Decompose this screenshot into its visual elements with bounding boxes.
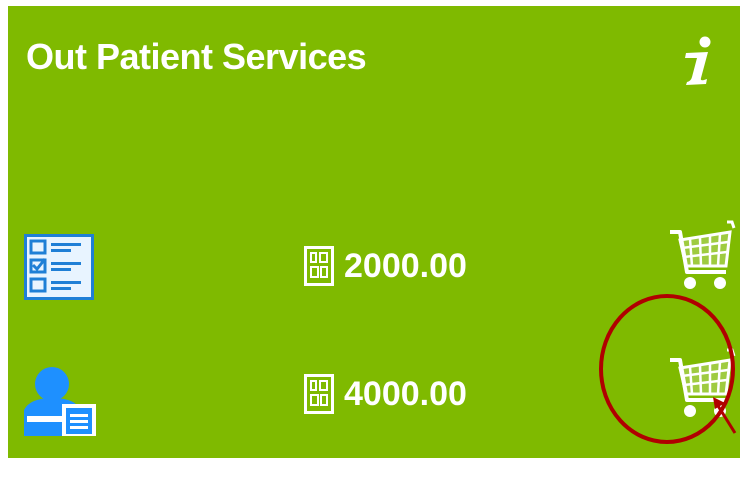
service-price: 4000.00	[304, 374, 467, 414]
service-price: 2000.00	[304, 246, 467, 286]
price-value: 4000.00	[344, 374, 467, 413]
add-to-cart-icon[interactable]	[664, 348, 738, 422]
add-to-cart-icon[interactable]	[664, 220, 738, 294]
out-patient-services-card: Out Patient Services 2000.00 4000.00	[8, 6, 740, 458]
checklist-icon	[24, 234, 94, 300]
price-value: 2000.00	[344, 246, 467, 285]
doctor-report-icon	[24, 367, 96, 436]
price-tag-icon	[304, 246, 334, 286]
panel-title: Out Patient Services	[26, 36, 367, 77]
info-icon[interactable]	[676, 36, 720, 86]
price-tag-icon	[304, 374, 334, 414]
